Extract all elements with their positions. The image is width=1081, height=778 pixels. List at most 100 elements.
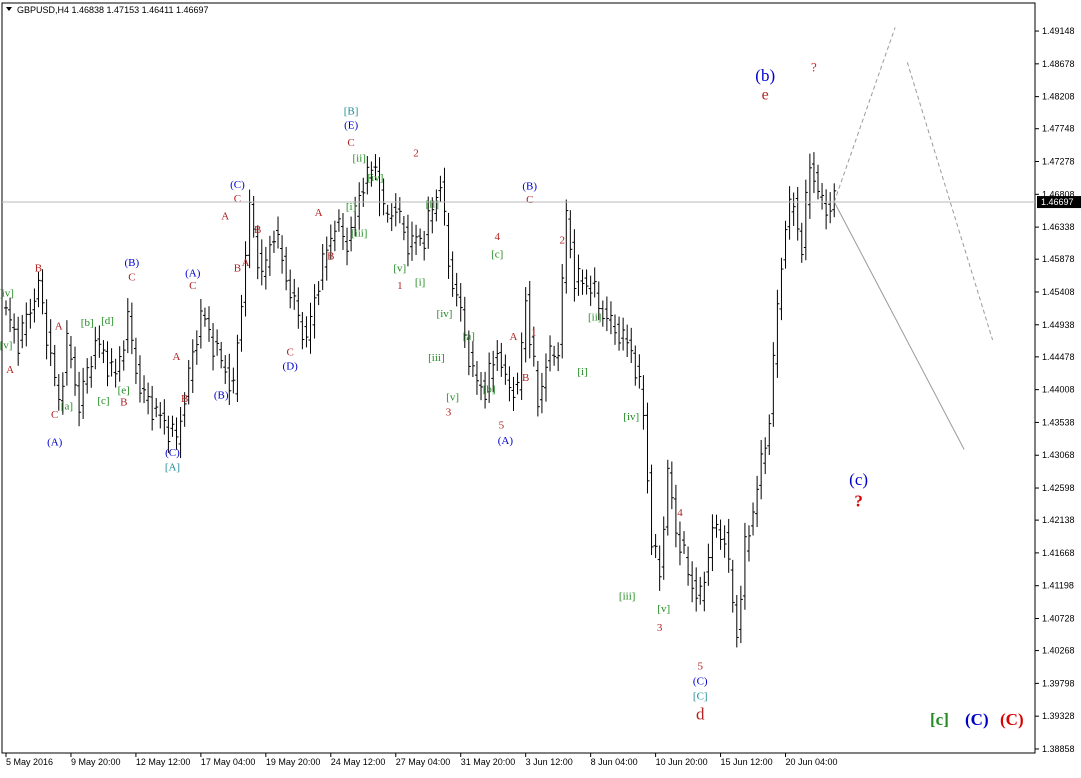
wave-label: 2	[559, 235, 565, 247]
wave-label: A	[55, 321, 63, 333]
wave-label: ?	[811, 59, 817, 74]
wave-label: [a]	[463, 330, 475, 342]
y-tick-label: 1.41198	[1042, 581, 1074, 591]
wave-label: (D)	[283, 360, 299, 372]
wave-label: [a]	[61, 401, 73, 413]
wave-label: A	[6, 364, 14, 376]
wave-label: [i]	[577, 366, 587, 378]
y-tick-label: 1.44478	[1042, 352, 1075, 362]
wave-label: A	[242, 257, 250, 269]
wave-label: [d]	[101, 315, 114, 327]
wave-label: 1	[531, 327, 537, 339]
price-chart[interactable]: B[iv][v]AAC[a](A)[b][c][d][e]B(B)CAB(C)[…	[0, 0, 1081, 773]
x-tick-label: 3 Jun 12:00	[526, 757, 573, 767]
y-tick-label: 1.44008	[1042, 385, 1075, 395]
wave-label: [iv]	[623, 411, 639, 423]
wave-label: [e]	[118, 385, 130, 397]
wave-label: B	[254, 224, 261, 236]
wave-label: [b]	[483, 383, 496, 395]
wave-label: (A)	[47, 436, 63, 448]
wave-label: B	[522, 372, 529, 384]
y-tick-label: 1.43538	[1042, 417, 1075, 427]
wave-label: [b]	[81, 317, 94, 329]
wave-label: [c]	[97, 395, 109, 407]
wave-label: [iv]	[437, 308, 453, 320]
wave-label: [i]	[415, 277, 425, 289]
wave-label: 2	[413, 147, 419, 159]
y-tick-label: 1.44938	[1042, 320, 1075, 330]
y-tick-label: 1.47278	[1042, 157, 1075, 167]
wave-label: [c]	[491, 249, 503, 261]
wave-label: [iv]	[368, 172, 384, 184]
x-tick-label: 24 May 12:00	[331, 757, 386, 767]
wave-label: [v]	[393, 263, 406, 275]
y-tick-label: 1.42138	[1042, 515, 1075, 525]
x-tick-label: 12 May 12:00	[136, 757, 191, 767]
wave-label: A	[221, 210, 229, 222]
x-tick-label: 10 Jun 20:00	[656, 757, 708, 767]
x-tick-label: 19 May 20:00	[266, 757, 321, 767]
y-tick-label: 1.42598	[1042, 483, 1075, 493]
wave-label: C	[234, 193, 241, 205]
wave-label: [v]	[657, 603, 670, 615]
wave-label: [i]	[346, 201, 356, 213]
y-tick-label: 1.43068	[1042, 450, 1075, 460]
wave-label: (c)	[849, 470, 868, 489]
wave-label: [ii]	[588, 311, 601, 323]
y-tick-label: 1.38858	[1042, 744, 1075, 754]
wave-label: B	[181, 393, 188, 405]
wave-label: (C)	[693, 676, 708, 688]
wave-label: (A)	[185, 267, 201, 279]
wave-label: 3	[446, 406, 452, 418]
wave-label: (C)	[165, 447, 180, 459]
wave-label: (B)	[214, 390, 229, 402]
x-tick-label: 31 May 20:00	[461, 757, 516, 767]
x-tick-label: 8 Jun 04:00	[591, 757, 638, 767]
x-tick-label: 9 May 20:00	[71, 757, 121, 767]
wave-label: e	[762, 86, 769, 103]
chart-header: GBPUSD,H4 1.46838 1.47153 1.46411 1.4669…	[6, 5, 208, 15]
wave-label: C	[347, 137, 354, 149]
x-tick-label: 5 May 2016	[6, 757, 53, 767]
wave-label: (E)	[344, 120, 358, 132]
y-tick-label: 1.39798	[1042, 678, 1075, 688]
wave-label: C	[189, 280, 196, 292]
wave-label: (B)	[125, 257, 140, 269]
wave-label: (B)	[522, 180, 537, 192]
wave-label: A	[510, 331, 518, 343]
x-tick-label: 20 Jun 04:00	[786, 757, 838, 767]
header-text: GBPUSD,H4 1.46838 1.47153 1.46411 1.4669…	[17, 5, 208, 15]
y-tick-label: 1.40728	[1042, 613, 1075, 623]
x-tick-label: 27 May 04:00	[396, 757, 451, 767]
wave-label: [iii]	[351, 228, 368, 240]
wave-label: [C]	[693, 690, 708, 702]
x-tick-label: 17 May 04:00	[201, 757, 256, 767]
wave-label: [iii]	[619, 591, 636, 603]
wave-label: 5	[499, 420, 505, 432]
legend-item: [c]	[930, 710, 949, 729]
y-tick-label: 1.49148	[1042, 26, 1075, 36]
y-tick-label: 1.40268	[1042, 646, 1075, 656]
chart-root: B[iv][v]AAC[a](A)[b][c][d][e]B(B)CAB(C)[…	[0, 0, 1081, 773]
y-tick-label: 1.48208	[1042, 92, 1075, 102]
wave-label: B	[234, 263, 241, 275]
wave-label: C	[51, 409, 58, 421]
wave-label: 4	[495, 231, 501, 243]
wave-label: d	[696, 705, 705, 724]
legend-item: (C)	[965, 710, 989, 729]
wave-label: [B]	[344, 106, 359, 118]
y-tick-label: 1.46338	[1042, 222, 1075, 232]
wave-label: A	[173, 351, 181, 363]
wave-label: 3	[657, 622, 663, 634]
wave-label: C	[526, 194, 533, 206]
wave-label: (A)	[498, 435, 514, 447]
wave-label: [A]	[165, 461, 180, 473]
wave-label: 1	[397, 280, 403, 292]
y-tick-label: 1.45878	[1042, 254, 1075, 264]
wave-label: A	[315, 207, 323, 219]
wave-label: 4	[677, 507, 683, 519]
y-tick-label: 1.45408	[1042, 287, 1075, 297]
wave-label: [ii]	[426, 198, 439, 210]
wave-degree-legend: [c] (C) (C)	[930, 710, 1024, 729]
y-tick-label: 1.41668	[1042, 548, 1075, 558]
